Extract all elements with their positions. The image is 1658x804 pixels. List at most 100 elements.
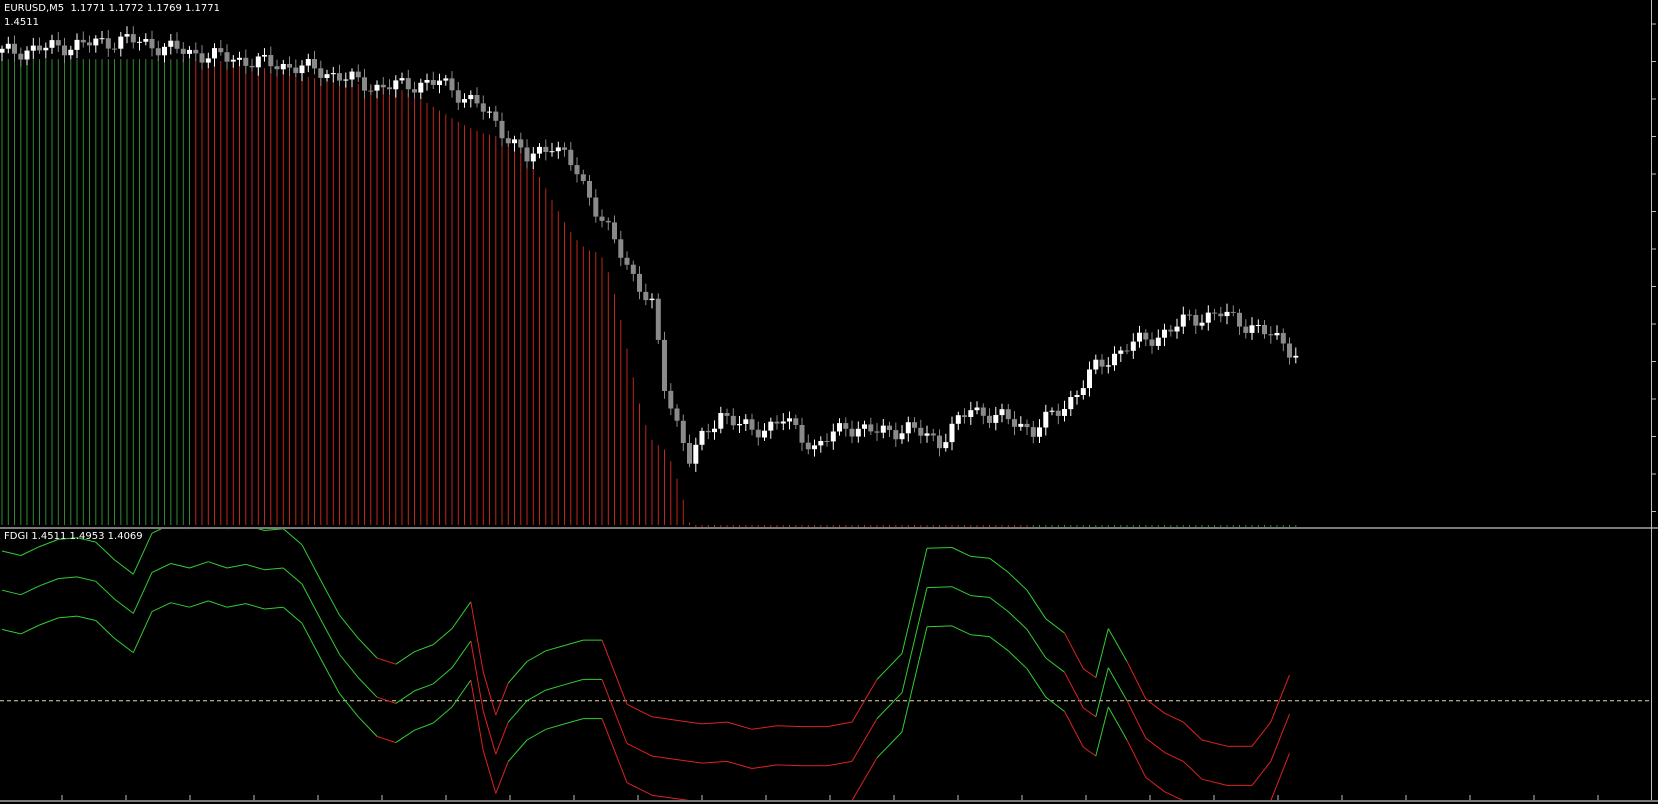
candle-body [205,58,211,63]
candle-body [374,84,380,91]
candle-body [843,423,849,429]
fdgi-segment [989,557,1009,573]
fdgi-segment [282,606,303,624]
candle-body [1255,325,1261,326]
candle-body [1093,359,1099,370]
fdgi-segment [1164,751,1184,762]
fdgi-segment [151,563,172,573]
candle-body [249,65,255,68]
candle-body [880,425,886,433]
candle-body [1068,397,1074,410]
fdgi-segment [951,625,972,636]
candle-body [1249,325,1255,333]
candle-body [774,421,780,424]
fdgi-segment [751,725,778,730]
fdgi-segment [876,731,903,759]
candle-body [830,431,836,442]
fdgi-segment [601,679,628,744]
candle-body [787,418,792,422]
fdgi-segment [1182,761,1203,780]
fdgi-segment [470,601,484,673]
fdgi-segment [282,529,303,546]
fdgi-segment [1007,611,1028,630]
candle-body [680,420,686,443]
fdgi-segment [226,603,246,608]
fdgi-segment [1095,628,1109,678]
fdgi-segment [1064,711,1084,748]
candle-body [324,74,330,78]
fdgi-segment [1,589,21,596]
candle-body [399,78,405,81]
fdgi-segment [357,638,378,659]
candle-body [1074,395,1080,397]
fdgi-segment [901,548,928,654]
candle-body [1124,350,1130,352]
candle-body [662,339,667,391]
fdgi-segment [395,651,415,665]
fdgi-segment [1045,696,1065,712]
candle-body [143,39,149,42]
candle-body [118,36,124,49]
candle-body [887,425,892,430]
candle-body [255,56,261,68]
candle-body [24,50,30,60]
candle-body [1168,329,1174,332]
candle-body [905,422,911,434]
candle-body [718,413,724,429]
indicator-window[interactable]: FDGI 1.4511 1.4953 1.4069 [0,529,1658,804]
candle-body [568,149,574,166]
fdgi-segment [1270,713,1290,762]
candle-body [337,73,342,81]
fdgi-segment [482,711,497,755]
candle-body [287,64,292,68]
histogram-value: 1.4511 [4,17,39,28]
candle-body [218,48,224,53]
fdgi-segment [1,628,21,635]
fdgi-segment [1270,753,1290,800]
fdgi-segment [482,672,497,716]
fdgi-segment [20,624,40,635]
fdgi-segment [189,600,209,608]
fdgi-segment [726,721,753,730]
candle-body [1087,369,1092,389]
candle-body [537,146,542,154]
candle-body [1218,313,1224,317]
candle-body [74,39,80,50]
fdgi-segment [901,587,928,693]
fdgi-segment [726,760,753,769]
fdgi-segment [826,760,853,767]
fdgi-chart[interactable] [0,529,1658,800]
candle-body [137,41,142,43]
candle-body [799,425,805,443]
candle-body [355,71,361,78]
fdgi-segment [339,654,359,678]
fdgi-segment [989,636,1009,652]
candle-body [612,222,617,240]
fdgi-segment [526,650,547,662]
fdgi-segment [1251,761,1272,786]
candle-body [468,95,474,100]
fdgi-segment [76,576,96,582]
main-chart-window[interactable]: EURUSD,M5 1.1771 1.1772 1.1769 1.1771 1.… [0,0,1658,527]
candle-body [1105,365,1111,367]
candle-body [1099,359,1105,367]
candle-body [30,45,36,51]
fdgi-segment [951,547,972,557]
fdgi-segment [545,723,565,730]
candle-body [824,441,830,442]
price-chart[interactable] [0,0,1658,527]
candle-body [1268,334,1274,336]
fdgi-segment [676,759,703,764]
fdgi-segment [1251,721,1272,747]
candle-body [562,147,567,150]
candle-body [868,424,874,432]
fdgi-segment [395,690,415,704]
fdgi-segment [132,572,153,614]
candle-body [268,55,274,67]
candle-body [18,53,24,60]
candle-body [1005,409,1011,420]
candle-body [387,87,392,90]
candle-body [212,48,217,59]
price-scale-border [1651,0,1652,800]
candle-body [930,433,936,436]
